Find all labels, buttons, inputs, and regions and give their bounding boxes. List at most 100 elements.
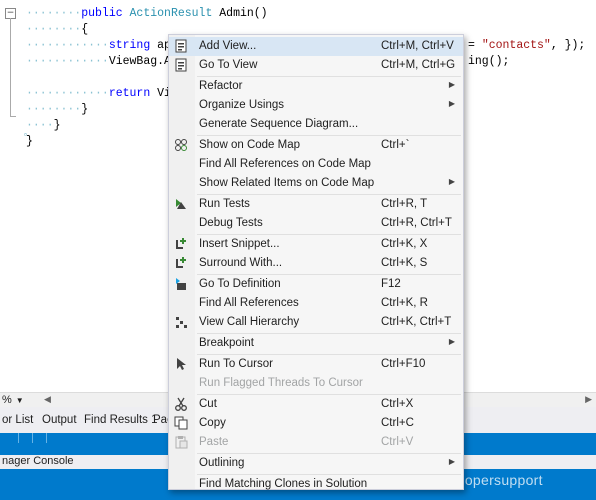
submenu-arrow-icon: ▶ — [448, 337, 455, 346]
menu-item-label: Debug Tests — [199, 217, 263, 229]
divider — [38, 433, 47, 443]
outline-guide-end — [10, 116, 16, 117]
end-marker-icon: ▫ — [24, 130, 27, 139]
submenu-arrow-icon: ▶ — [448, 99, 455, 108]
menu-item-add-view[interactable]: Add View... Ctrl+M, Ctrl+V — [169, 37, 463, 56]
menu-item-paste: Paste Ctrl+V — [169, 433, 463, 452]
menu-item-label: Find Matching Clones in Solution — [199, 478, 368, 490]
menu-item-label: Paste — [199, 436, 229, 448]
submenu-arrow-icon: ▶ — [448, 80, 455, 89]
menu-item-label: Outlining — [199, 457, 245, 469]
code-token: Admin() — [212, 7, 268, 20]
context-menu: Add View... Ctrl+M, Ctrl+V Go To View Ctrl+… — [168, 34, 464, 490]
menu-item-shortcut: Ctrl+C — [381, 417, 414, 429]
code-token: public — [81, 7, 130, 20]
menu-item-label: Insert Snippet... — [199, 238, 280, 250]
menu-item-cut[interactable]: Cut Ctrl+X — [169, 395, 463, 414]
menu-item-shortcut: Ctrl+K, Ctrl+T — [381, 316, 452, 328]
menu-item-debug-tests[interactable]: Debug Tests Ctrl+R, Ctrl+T — [169, 214, 463, 233]
scroll-right-icon[interactable]: ▶ — [585, 394, 592, 405]
divider — [10, 433, 19, 443]
go-to-view-icon — [174, 58, 188, 72]
tab-error-list[interactable]: or List — [2, 414, 33, 426]
run-to-cursor-icon — [174, 357, 188, 371]
code-map-icon — [174, 138, 188, 152]
code-token: ActionResult — [129, 7, 213, 20]
menu-item-shortcut: Ctrl+R, T — [381, 198, 428, 210]
code-token: } — [53, 119, 61, 132]
menu-item-surround-with[interactable]: Surround With... Ctrl+K, S — [169, 254, 463, 273]
menu-item-label: Show Related Items on Code Map — [199, 177, 375, 189]
indent-guide: ············ — [26, 39, 109, 52]
menu-item-go-to-definition[interactable]: Go To Definition F12 — [169, 275, 463, 294]
code-token: } — [81, 103, 89, 116]
code-line: ········public ActionResult Admin() — [26, 6, 268, 22]
add-view-icon — [174, 39, 188, 53]
indent-guide: ············ — [26, 87, 109, 100]
code-token: return — [108, 87, 158, 100]
menu-item-label: Add View... — [199, 40, 257, 52]
menu-item-label: Refactor — [199, 80, 243, 92]
copy-icon — [174, 416, 188, 430]
menu-item-show-related-items-on-code-map[interactable]: Show Related Items on Code Map ▶ — [169, 174, 463, 193]
menu-item-breakpoint[interactable]: Breakpoint ▶ — [169, 334, 463, 353]
menu-item-find-all-references[interactable]: Find All References Ctrl+K, R — [169, 294, 463, 313]
menu-item-label: Show on Code Map — [199, 139, 301, 151]
menu-item-label: Cut — [199, 398, 217, 410]
menu-item-label: Run Flagged Threads To Cursor — [199, 377, 363, 389]
indent-guide: ········ — [26, 23, 82, 36]
menu-item-insert-snippet[interactable]: Insert Snippet... Ctrl+K, X — [169, 235, 463, 254]
menu-item-label: Run To Cursor — [199, 358, 273, 370]
submenu-arrow-icon: ▶ — [448, 177, 455, 186]
menu-item-shortcut: F12 — [381, 278, 401, 290]
menu-item-label: Copy — [199, 417, 226, 429]
submenu-arrow-icon: ▶ — [448, 457, 455, 466]
code-token: string — [108, 39, 158, 52]
call-hierarchy-icon — [174, 315, 188, 329]
tab-output[interactable]: Output — [42, 414, 77, 426]
insert-snippet-icon — [174, 237, 188, 251]
menu-item-label: Organize Usings — [199, 99, 285, 111]
divider — [24, 433, 33, 443]
menu-item-label: Find All References on Code Map — [199, 158, 371, 170]
go-to-definition-icon — [174, 277, 188, 291]
menu-item-find-matching-clones-in-solution[interactable]: Find Matching Clones in Solution — [169, 475, 463, 494]
surround-with-icon — [174, 256, 188, 270]
menu-item-run-tests[interactable]: Run Tests Ctrl+R, T — [169, 195, 463, 214]
menu-item-shortcut: Ctrl+V — [381, 436, 414, 448]
menu-item-label: View Call Hierarchy — [199, 316, 300, 328]
menu-item-shortcut: Ctrl+M, Ctrl+G — [381, 59, 456, 71]
outline-guide — [10, 18, 11, 116]
menu-item-run-to-cursor[interactable]: Run To Cursor Ctrl+F10 — [169, 355, 463, 374]
tab-find-results[interactable]: Find Results 1 — [84, 414, 158, 426]
menu-item-label: Run Tests — [199, 198, 250, 210]
menu-item-find-all-references-on-code-map[interactable]: Find All References on Code Map — [169, 155, 463, 174]
menu-item-outlining[interactable]: Outlining ▶ — [169, 454, 463, 473]
menu-item-label: Breakpoint — [199, 337, 254, 349]
indent-guide: ········ — [26, 7, 82, 20]
code-token: { — [81, 23, 89, 36]
run-tests-icon — [174, 197, 188, 211]
menu-item-label: Surround With... — [199, 257, 283, 269]
menu-item-generate-sequence-diagram[interactable]: Generate Sequence Diagram... — [169, 115, 463, 134]
menu-item-shortcut: Ctrl+M, Ctrl+V — [381, 40, 454, 52]
menu-item-view-call-hierarchy[interactable]: View Call Hierarchy Ctrl+K, Ctrl+T — [169, 313, 463, 332]
menu-item-run-flagged-threads-to-cursor: Run Flagged Threads To Cursor — [169, 374, 463, 393]
indent-guide: ············ — [26, 55, 109, 68]
menu-item-shortcut: Ctrl+K, S — [381, 257, 428, 269]
menu-item-show-on-code-map[interactable]: Show on Code Map Ctrl+` — [169, 136, 463, 155]
menu-item-copy[interactable]: Copy Ctrl+C — [169, 414, 463, 433]
cut-icon — [174, 397, 188, 411]
menu-item-shortcut: Ctrl+F10 — [381, 358, 426, 370]
menu-item-label: Find All References — [199, 297, 299, 309]
scroll-left-icon[interactable]: ◀ — [44, 394, 51, 405]
code-text-right: = "contacts", }); ing(); — [468, 39, 586, 68]
menu-item-shortcut: Ctrl+R, Ctrl+T — [381, 217, 452, 229]
paste-icon — [174, 435, 188, 449]
menu-item-organize-usings[interactable]: Organize Usings ▶ — [169, 96, 463, 115]
menu-item-go-to-view[interactable]: Go To View Ctrl+M, Ctrl+G — [169, 56, 463, 75]
menu-item-shortcut: Ctrl+K, X — [381, 238, 428, 250]
menu-item-refactor[interactable]: Refactor ▶ — [169, 77, 463, 96]
zoom-dropdown[interactable]: % ▼ — [2, 394, 24, 406]
menu-item-label: Go To Definition — [199, 278, 281, 290]
